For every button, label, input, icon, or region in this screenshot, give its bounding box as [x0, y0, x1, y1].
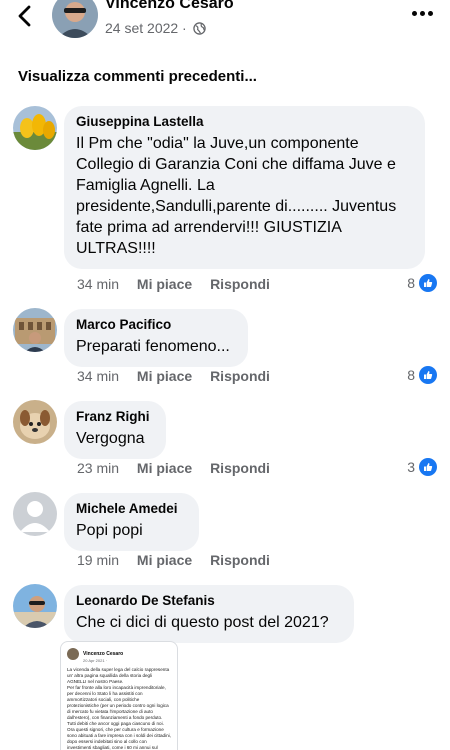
comment-bubble: Leonardo De Stefanis Che ci dici di ques…: [64, 585, 354, 643]
reaction-count[interactable]: 8: [407, 366, 437, 384]
post-header: Vincenzo Cesaro 24 set 2022 ·: [0, 0, 450, 48]
attachment-author: Vincenzo Cesaro: [83, 651, 124, 657]
attachment-date: 20 Apr 2021 ·: [83, 658, 108, 663]
comment-bubble: Michele Amedei Popi popi: [64, 493, 199, 551]
like-count: 3: [407, 459, 415, 475]
like-count: 8: [407, 367, 415, 383]
reply-button[interactable]: Rispondi: [210, 460, 270, 476]
reaction-count[interactable]: 8: [407, 274, 437, 292]
reply-button[interactable]: Rispondi: [210, 368, 270, 384]
comment-time: 34 min: [77, 276, 120, 292]
commenter-name[interactable]: Giuseppina Lastella: [76, 114, 413, 129]
comment-text: Che ci dici di questo post del 2021?: [76, 614, 329, 631]
comment-time: 23 min: [77, 460, 120, 476]
author-name[interactable]: Vincenzo Cesaro: [105, 0, 234, 13]
comment-text: Vergogna: [76, 430, 145, 447]
attachment-text: La vicenda della super lega del calcio r…: [67, 667, 171, 750]
globe-icon: [192, 22, 206, 35]
comment-bubble: Marco Pacifico Preparati fenomeno...: [64, 309, 248, 367]
commenter-avatar[interactable]: [13, 106, 57, 150]
commenter-name[interactable]: Michele Amedei: [76, 501, 187, 516]
thumbs-up-icon: [419, 366, 437, 384]
like-button[interactable]: Mi piace: [137, 460, 192, 476]
commenter-avatar[interactable]: [13, 308, 57, 352]
comment-text: Preparati fenomeno...: [76, 338, 230, 355]
like-button[interactable]: Mi piace: [137, 552, 192, 568]
reply-button[interactable]: Rispondi: [210, 276, 270, 292]
like-button[interactable]: Mi piace: [137, 276, 192, 292]
thumbs-up-icon: [419, 274, 437, 292]
comment-actions: 34 min Mi piace Rispondi: [77, 368, 270, 384]
commenter-avatar[interactable]: [13, 584, 57, 628]
comment-actions: 34 min Mi piace Rispondi: [77, 276, 270, 292]
commenter-name[interactable]: Marco Pacifico: [76, 317, 236, 332]
post-date: 24 set 2022 ·: [105, 20, 206, 36]
comment-image-attachment[interactable]: Vincenzo Cesaro 20 Apr 2021 · La vicenda…: [60, 641, 178, 750]
comment-bubble: Franz Righi Vergogna: [64, 401, 166, 459]
comment-time: 19 min: [77, 552, 120, 568]
comment-actions: 19 min Mi piace Rispondi: [77, 552, 270, 568]
comment-bubble: Giuseppina Lastella Il Pm che "odia" la …: [64, 106, 425, 269]
post-date-text: 24 set 2022 ·: [105, 20, 187, 36]
like-count: 8: [407, 275, 415, 291]
reply-button[interactable]: Rispondi: [210, 552, 270, 568]
commenter-name[interactable]: Leonardo De Stefanis: [76, 593, 342, 608]
reaction-count[interactable]: 3: [407, 458, 437, 476]
comment-time: 34 min: [77, 368, 120, 384]
author-avatar[interactable]: [52, 0, 98, 38]
comment-actions: 23 min Mi piace Rispondi: [77, 460, 270, 476]
default-avatar-icon[interactable]: [13, 492, 57, 536]
like-button[interactable]: Mi piace: [137, 368, 192, 384]
commenter-avatar[interactable]: [13, 400, 57, 444]
thumbs-up-icon: [419, 458, 437, 476]
comment-text: Popi popi: [76, 522, 143, 539]
chevron-left-icon[interactable]: [14, 4, 38, 28]
attachment-avatar: [67, 648, 79, 660]
more-dots-icon[interactable]: [412, 10, 434, 18]
commenter-name[interactable]: Franz Righi: [76, 409, 154, 424]
comment-text: Il Pm che "odia" la Juve,un componente C…: [76, 135, 401, 257]
view-previous-comments-link[interactable]: Visualizza commenti precedenti...: [18, 68, 257, 85]
